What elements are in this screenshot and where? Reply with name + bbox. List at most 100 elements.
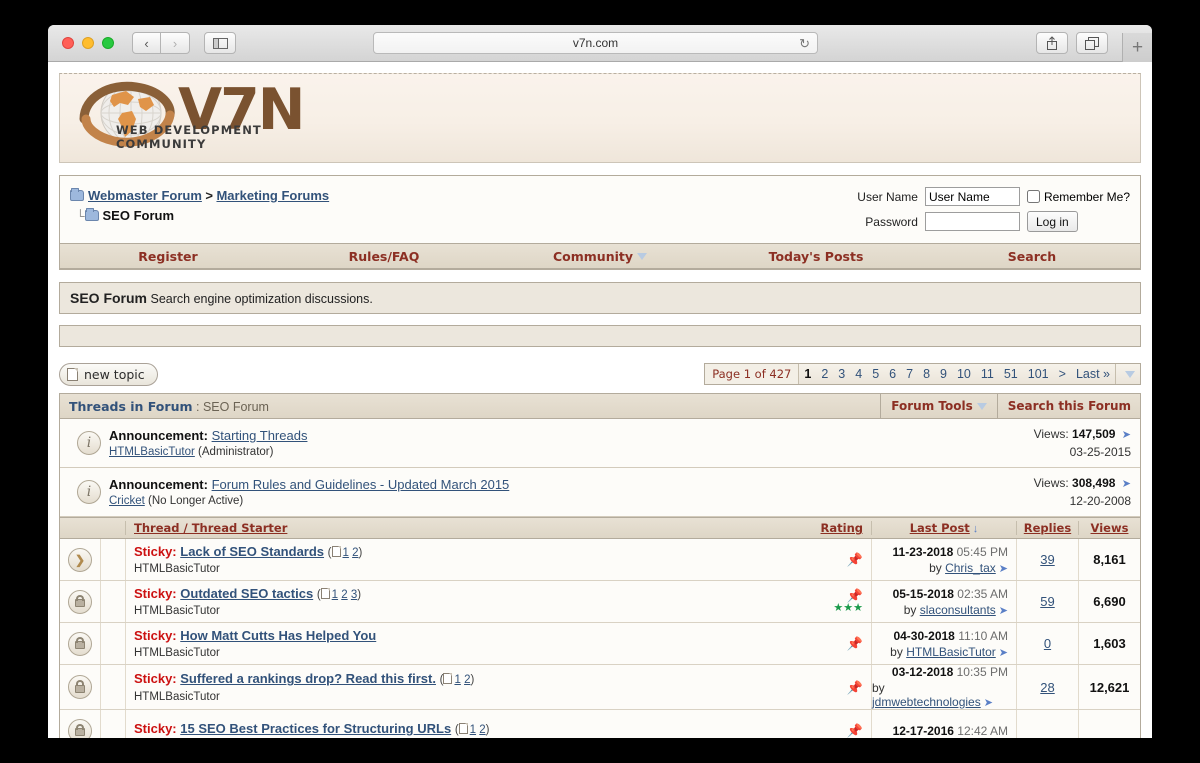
page-link-2[interactable]: 2 — [816, 364, 833, 384]
last-post-author-link[interactable]: HTMLBasicTutor — [906, 645, 996, 659]
thread-info-cell: Sticky: 15 SEO Best Practices for Struct… — [125, 710, 811, 738]
page-link-5[interactable]: 5 — [867, 364, 884, 384]
col-replies-link[interactable]: Replies — [1024, 521, 1071, 535]
search-this-forum-button[interactable]: Search this Forum — [997, 394, 1131, 419]
last-post-author-link[interactable]: jdmwebtechnologies — [872, 695, 981, 709]
thread-page-link-2[interactable]: 2 — [464, 674, 470, 686]
thread-page-link-2[interactable]: 2 — [341, 589, 347, 601]
remember-me-group[interactable]: Remember Me? — [1027, 190, 1130, 204]
col-views-link[interactable]: Views — [1091, 521, 1129, 535]
page-link-9[interactable]: 9 — [935, 364, 952, 384]
announcement-author-link[interactable]: HTMLBasicTutor — [109, 446, 195, 458]
announcement-link[interactable]: Forum Rules and Guidelines - Updated Mar… — [212, 477, 510, 492]
goto-arrow-icon[interactable]: ➤ — [1122, 478, 1131, 490]
page-link-8[interactable]: 8 — [918, 364, 935, 384]
page-last-link[interactable]: Last » — [1071, 364, 1115, 384]
page-link-101[interactable]: 101 — [1023, 364, 1054, 384]
col-rating-link[interactable]: Rating — [821, 521, 863, 535]
show-tabs-button[interactable] — [1076, 32, 1108, 54]
thread-page-link-1[interactable]: 1 — [343, 547, 349, 559]
thread-link[interactable]: How Matt Cutts Has Helped You — [180, 628, 376, 643]
announcement-row[interactable]: i Announcement: Forum Rules and Guidelin… — [60, 468, 1140, 517]
goto-last-post-icon[interactable]: ➤ — [984, 697, 993, 709]
forward-button[interactable]: › — [161, 32, 190, 54]
share-button[interactable] — [1036, 32, 1068, 54]
table-row[interactable]: Sticky: Outdated SEO tactics (1 2 3) HTM… — [60, 581, 1140, 623]
table-row[interactable]: Sticky: Suffered a rankings drop? Read t… — [60, 665, 1140, 710]
thread-link[interactable]: Lack of SEO Standards — [180, 544, 324, 559]
thread-link[interactable]: 15 SEO Best Practices for Structuring UR… — [180, 721, 451, 736]
page-next-link[interactable]: > — [1054, 364, 1071, 384]
thread-link[interactable]: Outdated SEO tactics — [180, 586, 313, 601]
page-link-1[interactable]: 1 — [799, 364, 816, 384]
new-topic-button[interactable]: new topic — [59, 363, 158, 386]
login-button[interactable]: Log in — [1027, 211, 1078, 232]
sidebar-toggle-button[interactable] — [204, 32, 236, 54]
close-window-button[interactable] — [62, 37, 74, 49]
nav-item-community[interactable]: Community — [492, 249, 708, 264]
thread-link[interactable]: Suffered a rankings drop? Read this firs… — [180, 671, 436, 686]
last-post-time: 10:35 PM — [957, 665, 1008, 679]
page-link-6[interactable]: 6 — [884, 364, 901, 384]
thread-page-link-2[interactable]: 2 — [352, 547, 358, 559]
last-post-author-link[interactable]: slaconsultants — [920, 603, 996, 617]
search-forum-label: Search this Forum — [1008, 399, 1131, 413]
breadcrumb-root-link[interactable]: Webmaster Forum — [88, 188, 202, 203]
page-link-10[interactable]: 10 — [952, 364, 976, 384]
page-link-3[interactable]: 3 — [833, 364, 850, 384]
breadcrumb-parent-link[interactable]: Marketing Forums — [216, 188, 329, 203]
share-icon — [1046, 36, 1058, 50]
col-thread-link[interactable]: Thread / Thread Starter — [134, 521, 287, 535]
nav-item-rules-faq[interactable]: Rules/FAQ — [276, 249, 492, 264]
goto-arrow-icon[interactable]: ➤ — [1122, 429, 1131, 441]
page-link-11[interactable]: 11 — [976, 364, 999, 384]
thread-page-link-1[interactable]: 1 — [470, 724, 476, 736]
last-post-datetime: 04-30-2018 11:10 AM — [893, 629, 1008, 643]
replies-link[interactable]: 59 — [1040, 594, 1054, 609]
last-post-author-link[interactable]: Chris_tax — [945, 561, 996, 575]
page-link-7[interactable]: 7 — [901, 364, 918, 384]
replies-link[interactable]: 28 — [1040, 680, 1054, 695]
goto-last-post-icon[interactable]: ➤ — [999, 563, 1008, 575]
announcement-main: Announcement: Starting Threads HTMLBasic… — [109, 428, 981, 458]
back-button[interactable]: ‹ — [132, 32, 161, 54]
maximize-window-button[interactable] — [102, 37, 114, 49]
page-link-4[interactable]: 4 — [850, 364, 867, 384]
goto-last-post-icon[interactable]: ➤ — [999, 647, 1008, 659]
goto-last-post-icon[interactable]: ➤ — [999, 605, 1008, 617]
thread-starter: HTMLBasicTutor — [134, 647, 220, 659]
site-logo[interactable]: V7N WEB DEVELOPMENT COMMUNITY — [76, 79, 303, 157]
reload-icon[interactable]: ↻ — [799, 36, 810, 52]
nav-item-search[interactable]: Search — [924, 249, 1140, 264]
thread-page-link-1[interactable]: 1 — [332, 589, 338, 601]
minimize-window-button[interactable] — [82, 37, 94, 49]
remember-me-checkbox[interactable] — [1027, 190, 1040, 203]
announcement-row[interactable]: i Announcement: Starting Threads HTMLBas… — [60, 419, 1140, 468]
table-row[interactable]: Sticky: 15 SEO Best Practices for Struct… — [60, 710, 1140, 738]
page-link-51[interactable]: 51 — [999, 364, 1023, 384]
new-tab-button[interactable]: + — [1122, 33, 1152, 62]
announcement-author-note: (No Longer Active) — [148, 495, 243, 507]
thread-status-cell — [60, 539, 100, 580]
thread-page-link-3[interactable]: 3 — [351, 589, 357, 601]
pagination-menu-button[interactable] — [1115, 364, 1140, 384]
new-topic-label: new topic — [84, 367, 145, 382]
table-row[interactable]: Sticky: How Matt Cutts Has Helped You HT… — [60, 623, 1140, 665]
forum-tools-button[interactable]: Forum Tools — [880, 394, 996, 419]
username-input[interactable] — [925, 187, 1020, 206]
thread-page-link-2[interactable]: 2 — [479, 724, 485, 736]
announcement-author-link[interactable]: Cricket — [109, 495, 145, 507]
password-input[interactable] — [925, 212, 1020, 231]
forward-icon: › — [173, 36, 177, 51]
col-last-post-link[interactable]: Last Post — [910, 521, 970, 535]
address-bar[interactable]: v7n.com ↻ — [373, 32, 818, 54]
thread-page-link-1[interactable]: 1 — [454, 674, 460, 686]
nav-item-register[interactable]: Register — [60, 249, 276, 264]
nav-item-todays-posts[interactable]: Today's Posts — [708, 249, 924, 264]
announcement-link[interactable]: Starting Threads — [212, 428, 308, 443]
table-row[interactable]: Sticky: Lack of SEO Standards (1 2) HTML… — [60, 539, 1140, 581]
replies-link[interactable]: 39 — [1040, 552, 1054, 567]
rating-stars: ★★★ — [833, 603, 863, 614]
replies-link[interactable]: 0 — [1044, 636, 1051, 651]
logo-tagline: WEB DEVELOPMENT COMMUNITY — [116, 123, 303, 151]
